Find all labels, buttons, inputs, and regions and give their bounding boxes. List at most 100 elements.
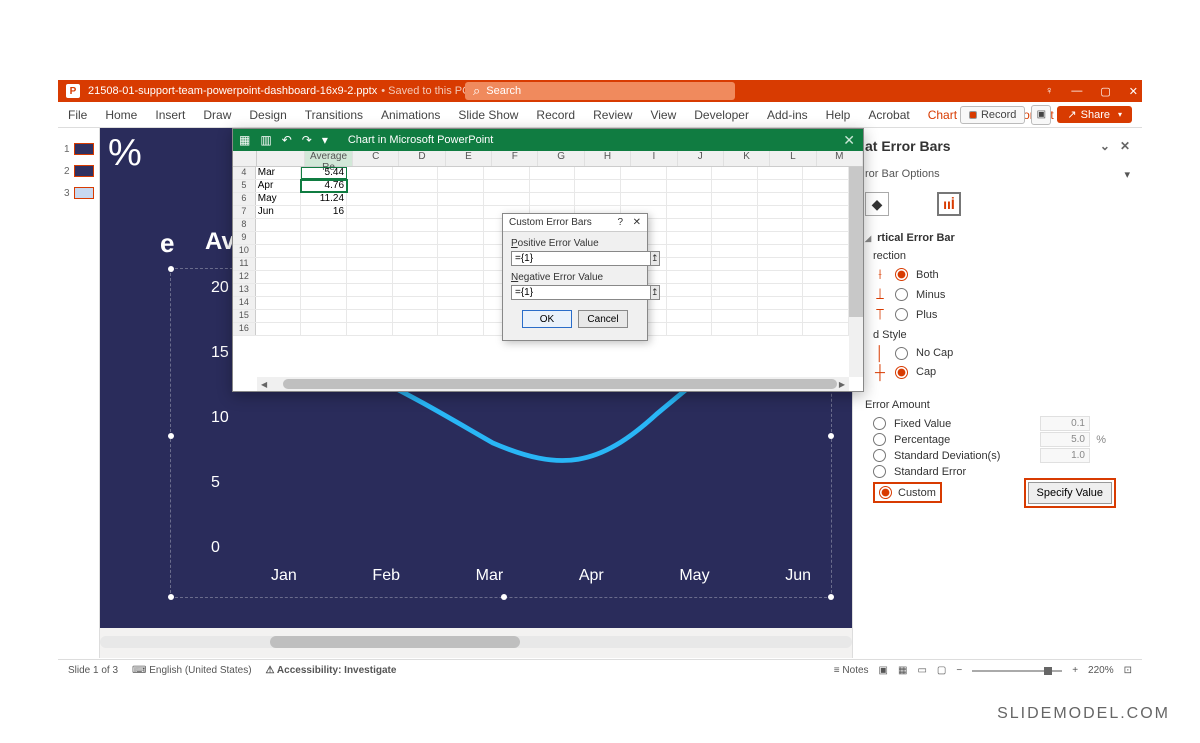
accessibility-indicator[interactable]: ⚠ Accessibility: Investigate (266, 665, 397, 676)
plus-icon: ⟙ (873, 306, 887, 323)
tab-file[interactable]: File (68, 108, 87, 122)
thumb-2[interactable]: 2 (58, 165, 99, 177)
record-button[interactable]: Record (960, 106, 1025, 124)
y-axis: 0 5 10 15 20 (211, 279, 229, 557)
lang-indicator[interactable]: ⌨ English (United States) (132, 665, 252, 676)
fill-line-icon[interactable]: ◆ (865, 192, 889, 216)
positive-range-button[interactable]: ↥ (651, 251, 660, 266)
end-style-label: d Style (865, 329, 1130, 341)
zoom-level[interactable]: 220% (1088, 665, 1114, 676)
pct-label: % (108, 132, 142, 175)
bar-options-icon[interactable]: ııİ (937, 192, 961, 216)
horizontal-scrollbar[interactable] (100, 636, 852, 648)
percentage-input[interactable]: 5.0 (1040, 432, 1090, 447)
tab-help[interactable]: Help (826, 108, 851, 122)
direction-plus-radio[interactable] (895, 308, 908, 321)
negative-range-button[interactable]: ↥ (651, 285, 660, 300)
specify-value-button[interactable]: Specify Value (1028, 482, 1112, 504)
negative-error-label: Negative Error Value (511, 272, 639, 283)
thumb-3[interactable]: 3 (58, 187, 99, 199)
ribbon-tabs: File Home Insert Draw Design Transitions… (58, 102, 1142, 128)
tab-view[interactable]: View (650, 108, 676, 122)
dialog-cancel-button[interactable]: Cancel (578, 310, 628, 328)
nocap-icon: │ (873, 345, 887, 361)
slideshow-view-icon[interactable]: ▢ (937, 665, 946, 676)
custom-radio[interactable] (879, 486, 892, 499)
excel-close-button[interactable]: ✕ (843, 132, 855, 149)
excel-more-icon[interactable]: ▾ (322, 133, 328, 147)
tab-slideshow[interactable]: Slide Show (458, 108, 518, 122)
tab-record[interactable]: Record (536, 108, 575, 122)
pane-close-icon[interactable]: ✕ (1120, 139, 1130, 153)
saved-status[interactable]: • Saved to this PC (381, 85, 476, 97)
search-box[interactable]: Search (465, 82, 735, 100)
custom-error-bars-dialog[interactable]: Custom Error Bars ? ✕ Positive Error Val… (502, 213, 648, 341)
dialog-title: Custom Error Bars (509, 217, 592, 228)
fixed-value-radio[interactable] (873, 417, 886, 430)
excel-vertical-scrollbar[interactable] (849, 167, 863, 377)
positive-error-input[interactable] (511, 251, 651, 266)
filename: 21508-01-support-team-powerpoint-dashboa… (88, 85, 377, 97)
tab-addins[interactable]: Add-ins (767, 108, 808, 122)
pane-collapse-icon[interactable]: ⌄ (1100, 139, 1110, 153)
close-button[interactable]: ✕ (1129, 85, 1138, 98)
vertical-error-bar-header: rtical Error Bar (865, 232, 1130, 244)
tab-home[interactable]: Home (105, 108, 137, 122)
error-amount-label: Error Amount (865, 399, 1130, 411)
tab-developer[interactable]: Developer (694, 108, 749, 122)
sorter-view-icon[interactable]: ▦ (898, 665, 907, 676)
end-cap-radio[interactable] (895, 366, 908, 379)
error-bar-options-dropdown[interactable]: ror Bar Options (853, 164, 1142, 184)
watermark: SLIDEMODEL.COM (997, 705, 1170, 723)
normal-view-icon[interactable]: ▣ (879, 665, 888, 676)
zoom-in-button[interactable]: + (1072, 665, 1078, 676)
dialog-ok-button[interactable]: OK (522, 310, 572, 328)
pane-title: at Error Bars (865, 138, 951, 154)
maximize-button[interactable]: ▢ (1100, 85, 1110, 98)
cap-icon: ┼ (873, 364, 887, 380)
reading-view-icon[interactable]: ▭ (917, 665, 926, 676)
fixed-value-input[interactable]: 0.1 (1040, 416, 1090, 431)
tab-animations[interactable]: Animations (381, 108, 440, 122)
tab-insert[interactable]: Insert (155, 108, 185, 122)
tab-acrobat[interactable]: Acrobat (868, 108, 909, 122)
tab-design[interactable]: Design (249, 108, 286, 122)
share-button[interactable]: ↗Share (1057, 106, 1132, 123)
tab-review[interactable]: Review (593, 108, 632, 122)
end-nocap-radio[interactable] (895, 347, 908, 360)
notes-button[interactable]: ≡ Notes (834, 665, 869, 676)
specify-value-highlight: Specify Value (1024, 478, 1116, 508)
tab-transitions[interactable]: Transitions (305, 108, 363, 122)
fit-button[interactable]: ⊡ (1124, 665, 1132, 676)
excel-grid-icon[interactable]: ▥ (260, 133, 271, 147)
excel-save-icon[interactable]: ▦ (239, 133, 250, 147)
minus-icon: ⟘ (873, 286, 887, 303)
both-icon: ⟊ (873, 266, 887, 283)
std-dev-radio[interactable] (873, 449, 886, 462)
dialog-close-button[interactable]: ✕ (633, 217, 641, 228)
title-bar: P 21508-01-support-team-powerpoint-dashb… (58, 80, 1142, 102)
slide-indicator[interactable]: Slide 1 of 3 (68, 665, 118, 676)
zoom-slider[interactable] (972, 670, 1062, 672)
excel-undo-icon[interactable]: ↶ (282, 133, 292, 147)
direction-minus-radio[interactable] (895, 288, 908, 301)
status-bar: Slide 1 of 3 ⌨ English (United States) ⚠… (58, 659, 1142, 681)
minimize-button[interactable]: — (1071, 85, 1082, 98)
negative-error-input[interactable] (511, 285, 651, 300)
ideas-icon[interactable]: ♀ (1045, 85, 1053, 98)
dialog-help-button[interactable]: ? (617, 217, 623, 228)
thumb-1[interactable]: 1 (58, 143, 99, 155)
excel-horizontal-scrollbar[interactable] (257, 377, 849, 391)
present-teams-button[interactable]: ▣ (1031, 105, 1051, 125)
direction-both-radio[interactable] (895, 268, 908, 281)
zoom-out-button[interactable]: − (956, 665, 962, 676)
tab-draw[interactable]: Draw (203, 108, 231, 122)
percentage-radio[interactable] (873, 433, 886, 446)
excel-redo-icon[interactable]: ↷ (302, 133, 312, 147)
std-error-radio[interactable] (873, 465, 886, 478)
effects-icon[interactable] (901, 192, 925, 216)
col-header-b[interactable]: Average Re (305, 151, 353, 166)
left-cut-text: e (160, 228, 174, 259)
x-axis: Jan Feb Mar Apr May Jun (271, 567, 811, 585)
std-dev-input[interactable]: 1.0 (1040, 448, 1090, 463)
